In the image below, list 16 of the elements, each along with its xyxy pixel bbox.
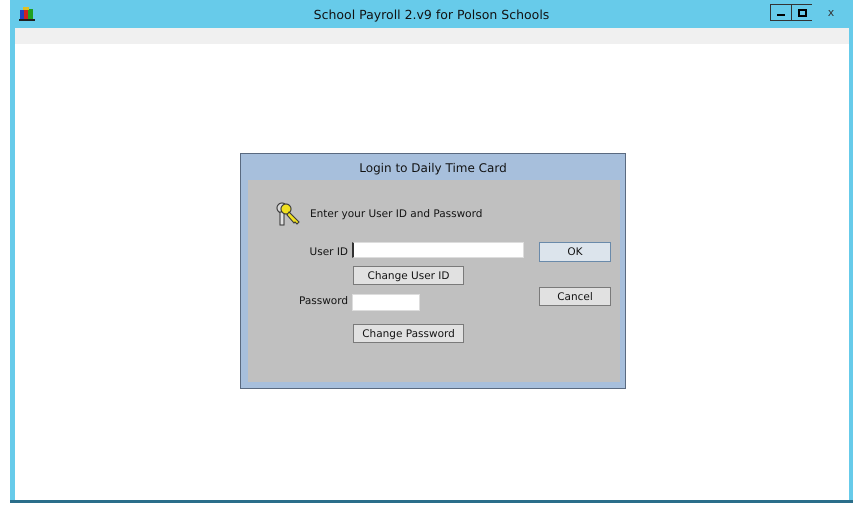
user-id-field[interactable]: [352, 242, 524, 258]
change-password-button[interactable]: Change Password: [353, 324, 464, 343]
cancel-button[interactable]: Cancel: [539, 287, 611, 306]
maximize-icon: [798, 8, 806, 16]
change-user-id-button[interactable]: Change User ID: [353, 266, 464, 285]
minimize-button[interactable]: [770, 4, 792, 21]
dialog-title: Login to Daily Time Card: [358, 160, 508, 177]
window-title: School Payroll 2.v9 for Polson Schools: [314, 6, 550, 22]
password-field[interactable]: [352, 294, 420, 311]
keys-icon: [274, 200, 302, 228]
maximize-button[interactable]: [791, 4, 813, 21]
password-label: Password: [298, 295, 348, 307]
user-id-label: User ID: [310, 246, 348, 258]
prompt-text: Enter your User ID and Password: [310, 208, 482, 220]
ok-button[interactable]: OK: [539, 242, 611, 262]
app-icon: [19, 7, 35, 21]
